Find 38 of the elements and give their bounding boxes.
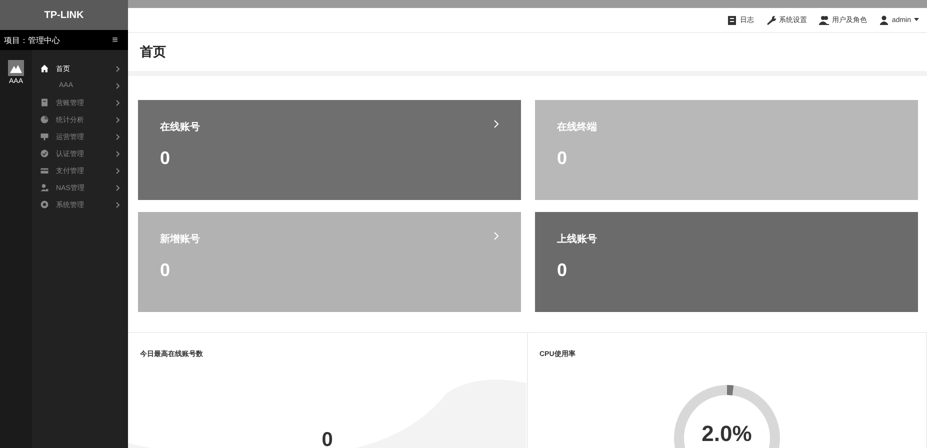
- chevron-icon: [116, 82, 120, 88]
- card-value: 0: [160, 148, 170, 169]
- card-title: 在线终端: [557, 120, 597, 134]
- menu-icon-glyph: [40, 64, 49, 73]
- chart-value: 0: [322, 429, 333, 448]
- card-value: 0: [557, 260, 568, 281]
- menu-icon-glyph: [40, 149, 49, 158]
- topbar-icon: [878, 15, 889, 25]
- stat-card[interactable]: 在线账号 0: [138, 100, 521, 200]
- page-title: 首页: [139, 43, 167, 61]
- gauge-value: 2.0%: [702, 421, 752, 447]
- chevron-icon: [116, 66, 120, 72]
- chevron-icon: [116, 168, 120, 174]
- chevron-icon: [116, 134, 120, 140]
- chevron-icon[interactable]: [494, 120, 499, 128]
- menu-icon-glyph: [40, 200, 49, 209]
- chevron-icon: [116, 116, 120, 122]
- chevron-icon: [116, 184, 120, 190]
- topbar-icon: [818, 15, 829, 25]
- project-label: 项目：管理中心: [4, 34, 60, 46]
- menu-icon[interactable]: ≡: [112, 34, 118, 46]
- chevron-icon: [116, 100, 120, 106]
- topbar-icon: [766, 15, 776, 25]
- card-value: 0: [557, 148, 568, 169]
- menu-icon-glyph: [40, 132, 49, 141]
- card-value: 0: [160, 260, 170, 281]
- chevron-icon: [116, 150, 120, 156]
- mountain-icon: [10, 64, 22, 72]
- topbar-icon: [726, 15, 737, 25]
- menu-icon-glyph: [40, 115, 49, 124]
- card-title: 在线账号: [160, 120, 200, 134]
- card-title: 新增账号: [160, 232, 200, 246]
- chevron-icon: [116, 202, 120, 208]
- menu-icon-glyph: [40, 98, 49, 107]
- menu-icon-glyph: [40, 166, 49, 175]
- logo: TP-LINK: [0, 0, 128, 30]
- card-title: 上线账号: [557, 232, 597, 246]
- menu-icon-glyph: [40, 183, 49, 192]
